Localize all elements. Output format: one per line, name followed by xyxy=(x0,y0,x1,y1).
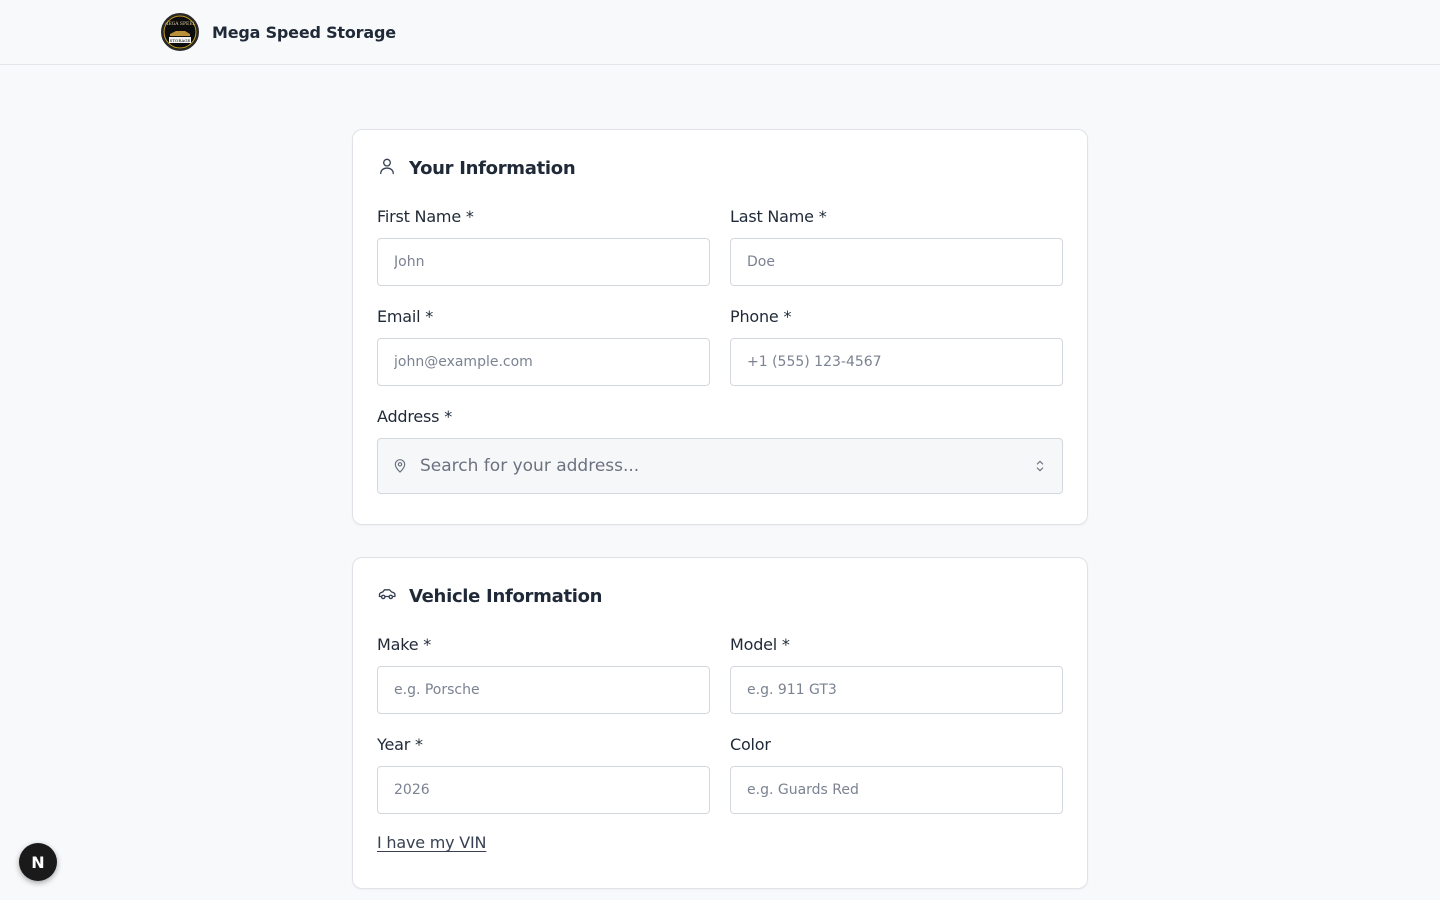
vehicle-information-card: Vehicle Information Make * Model * Year … xyxy=(352,557,1088,889)
color-label: Color xyxy=(730,735,771,754)
color-input[interactable] xyxy=(730,766,1063,814)
model-input[interactable] xyxy=(730,666,1063,714)
year-field: Year * xyxy=(377,734,710,814)
first-name-label: First Name * xyxy=(377,207,474,226)
email-label: Email * xyxy=(377,307,434,326)
dev-tools-badge[interactable]: N xyxy=(19,843,57,881)
first-name-input[interactable] xyxy=(377,238,710,286)
section-title-text: Your Information xyxy=(409,158,576,179)
year-label: Year * xyxy=(377,735,423,754)
make-field: Make * xyxy=(377,634,710,714)
last-name-field: Last Name * xyxy=(730,206,1063,286)
last-name-label: Last Name * xyxy=(730,207,827,226)
last-name-input[interactable] xyxy=(730,238,1063,286)
brand-logo: MEGA SPEED STORAGE xyxy=(161,13,199,51)
chevrons-up-down-icon[interactable] xyxy=(1032,458,1048,474)
address-combobox[interactable] xyxy=(377,438,1063,494)
dev-badge-letter: N xyxy=(31,852,45,872)
make-input[interactable] xyxy=(377,666,710,714)
address-field: Address * xyxy=(377,406,1063,494)
your-information-card: Your Information First Name * Last Name … xyxy=(352,129,1088,525)
have-vin-link[interactable]: I have my VIN xyxy=(377,833,487,852)
car-icon xyxy=(377,584,397,609)
address-search-input[interactable] xyxy=(420,456,1020,476)
site-header: MEGA SPEED STORAGE Mega Speed Storage xyxy=(0,0,1440,65)
model-field: Model * xyxy=(730,634,1063,714)
email-input[interactable] xyxy=(377,338,710,386)
phone-field: Phone * xyxy=(730,306,1063,386)
your-information-heading: Your Information xyxy=(377,156,576,181)
brand[interactable]: MEGA SPEED STORAGE Mega Speed Storage xyxy=(161,13,396,51)
phone-input[interactable] xyxy=(730,338,1063,386)
color-field: Color xyxy=(730,734,1063,814)
brand-name: Mega Speed Storage xyxy=(212,22,396,42)
user-icon xyxy=(377,156,397,181)
phone-label: Phone * xyxy=(730,307,792,326)
svg-text:STORAGE: STORAGE xyxy=(170,38,191,43)
logo-graphic: MEGA SPEED STORAGE xyxy=(163,15,197,49)
first-name-field: First Name * xyxy=(377,206,710,286)
map-pin-icon xyxy=(392,458,408,474)
svg-text:MEGA SPEED: MEGA SPEED xyxy=(164,21,197,27)
model-label: Model * xyxy=(730,635,790,654)
make-label: Make * xyxy=(377,635,432,654)
vehicle-information-heading: Vehicle Information xyxy=(377,584,603,609)
section-title-text: Vehicle Information xyxy=(409,586,603,607)
year-input[interactable] xyxy=(377,766,710,814)
address-label: Address * xyxy=(377,407,453,426)
email-field: Email * xyxy=(377,306,710,386)
